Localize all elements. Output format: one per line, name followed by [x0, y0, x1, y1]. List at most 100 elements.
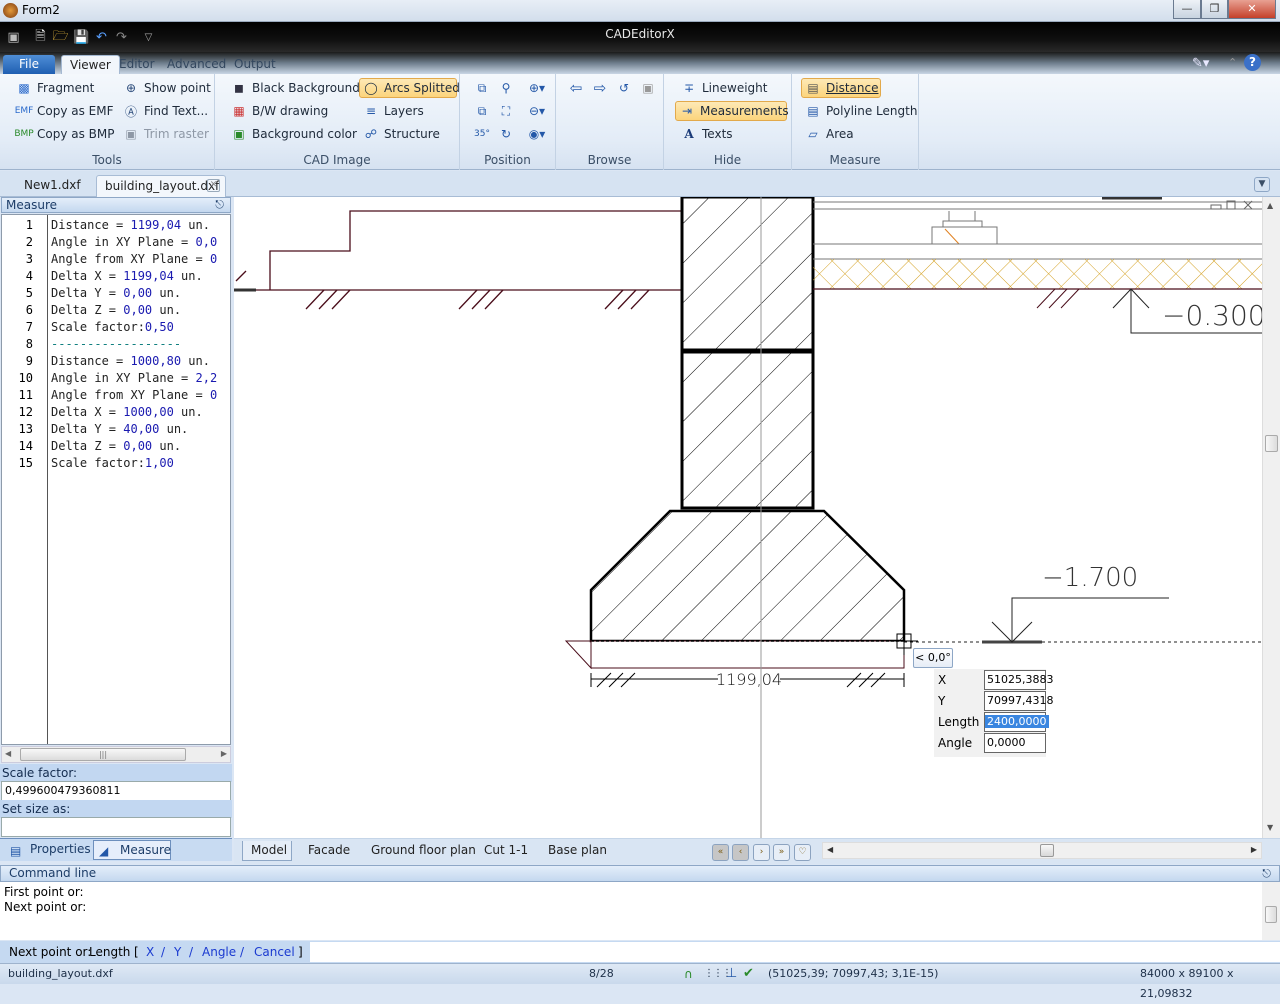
- horizontal-scrollbar[interactable]: ◀ ||| ▶: [1, 746, 231, 763]
- distance-button[interactable]: ▤ Distance: [801, 78, 881, 98]
- close-button[interactable]: ✕: [1228, 0, 1276, 19]
- drawing-canvas[interactable]: −0.300 −1.700 1199,04: [234, 197, 1262, 838]
- hscroll-thumb[interactable]: [1040, 844, 1054, 857]
- ortho-icon[interactable]: ⊥: [726, 964, 737, 984]
- show-point-button[interactable]: ⊕ Show point: [120, 78, 214, 98]
- collapse-ribbon-icon[interactable]: ⌃: [1228, 56, 1237, 69]
- first-layout-button[interactable]: «: [712, 844, 729, 861]
- doc-tab-building-layout[interactable]: building_layout.dxf ✕: [96, 175, 226, 197]
- background-color-icon: ▣: [233, 127, 245, 141]
- length-option[interactable]: Length: [89, 941, 130, 963]
- angle-field[interactable]: 0,0000: [984, 732, 1046, 753]
- layout-tab-facade[interactable]: Facade: [308, 841, 350, 861]
- minimize-button[interactable]: —: [1173, 0, 1201, 19]
- bw-drawing-button[interactable]: ▦ B/W drawing: [228, 101, 331, 121]
- group-measure: ▤ Distance ▤ Polyline Length ▱ Area Measure: [792, 74, 919, 170]
- maximize-button[interactable]: ❐: [1201, 0, 1228, 19]
- zoom-previous-icon[interactable]: ↻: [498, 126, 514, 142]
- text-icon: A: [684, 127, 694, 141]
- fit-page-icon[interactable]: ⧉: [474, 80, 490, 96]
- cad-drawing[interactable]: −0.300 −1.700 1199,04: [234, 197, 1262, 838]
- zoom-out-icon[interactable]: ⊖▾: [524, 103, 550, 119]
- last-layout-button[interactable]: »: [773, 844, 790, 861]
- line-number: 12: [18, 405, 33, 419]
- doc-tab-new1[interactable]: New1.dxf: [16, 175, 89, 197]
- scroll-up-icon[interactable]: ▲: [1267, 201, 1273, 210]
- layout-tab-base-plan[interactable]: Base plan: [548, 841, 607, 861]
- set-size-field[interactable]: [1, 817, 231, 837]
- tab-advanced[interactable]: Advanced: [159, 55, 234, 74]
- option-angle[interactable]: Angle: [202, 941, 236, 963]
- trim-raster-button[interactable]: ▣ Trim raster: [120, 124, 212, 144]
- refresh-icon[interactable]: ↺: [616, 80, 632, 96]
- copy-emf-button[interactable]: EMF Copy as EMF: [13, 101, 117, 121]
- scroll-thumb[interactable]: |||: [20, 748, 186, 761]
- tabs-dropdown-icon[interactable]: ▼: [1254, 177, 1270, 192]
- fit-extents-icon[interactable]: ⛶: [498, 103, 514, 119]
- scroll-down-icon[interactable]: ▼: [1267, 823, 1273, 832]
- measure-tab[interactable]: ◢ Measure: [93, 840, 171, 860]
- scroll-right-icon[interactable]: ▶: [1251, 845, 1257, 854]
- pin-icon[interactable]: ⎋: [215, 198, 224, 212]
- zoom-in-icon[interactable]: ⊕▾: [524, 80, 550, 96]
- measure-line: Distance = 1199,04 un.: [51, 218, 210, 232]
- layout-tab-ground-floor-plan[interactable]: Ground floor plan: [371, 841, 476, 861]
- texts-button[interactable]: A Texts: [678, 124, 736, 144]
- black-background-button[interactable]: ◼ Black Background: [228, 78, 363, 98]
- style-icon[interactable]: ✎▾: [1192, 56, 1209, 71]
- scale-factor-field[interactable]: 0,499600479360811: [1, 781, 231, 801]
- scroll-left-icon[interactable]: ◀: [827, 845, 833, 854]
- rotate-icon[interactable]: 35°: [474, 126, 490, 142]
- length-field[interactable]: 2400,0000: [984, 711, 1049, 732]
- copy-bmp-button[interactable]: BMP Copy as BMP: [13, 124, 118, 144]
- layout-tab-cut-1-1[interactable]: Cut 1-1: [484, 841, 528, 861]
- layout-icon[interactable]: ▣: [640, 80, 656, 96]
- close-tab-icon[interactable]: ✕: [207, 179, 220, 192]
- fragment-button[interactable]: ▩ Fragment: [13, 78, 97, 98]
- option-x[interactable]: X: [146, 941, 154, 963]
- option-cancel[interactable]: Cancel: [254, 941, 295, 963]
- tab-editor[interactable]: Editor: [111, 55, 163, 74]
- help-icon[interactable]: ?: [1244, 54, 1261, 71]
- next-layout-button[interactable]: ›: [753, 844, 770, 861]
- check-snap-icon[interactable]: ✔: [743, 964, 754, 984]
- canvas-hscrollbar[interactable]: ◀ ▶: [822, 842, 1262, 859]
- scroll-right-icon[interactable]: ▶: [221, 749, 227, 758]
- back-arrow-icon[interactable]: ⇦: [568, 79, 584, 97]
- layers-button[interactable]: ≡ Layers: [360, 101, 427, 121]
- copy-view-icon[interactable]: ⧉: [474, 103, 490, 119]
- structure-button[interactable]: ☍ Structure: [360, 124, 443, 144]
- properties-tab[interactable]: ▤ Properties: [4, 840, 92, 860]
- fragment-icon: ▩: [18, 81, 30, 95]
- find-text-button[interactable]: Ⓐ Find Text...: [120, 101, 211, 121]
- polyline-length-button[interactable]: ▤ Polyline Length: [802, 101, 920, 121]
- prev-layout-button[interactable]: ‹: [732, 844, 749, 861]
- lineweight-button[interactable]: ∓ Lineweight: [678, 78, 770, 98]
- scroll-thumb[interactable]: [1265, 906, 1277, 923]
- measure-output[interactable]: 1 2 3 4 5 6 7 8 9 10 11 12 13 14 15 Distance = 1199,04…: [1, 214, 231, 745]
- background-color-button[interactable]: ▣ Background color: [228, 124, 360, 144]
- measurements-button[interactable]: ⇥ Measurements: [675, 101, 789, 121]
- tab-file[interactable]: File: [3, 55, 55, 74]
- zoom-select-icon[interactable]: ◉▾: [524, 126, 550, 142]
- scroll-left-icon[interactable]: ◀: [5, 749, 11, 758]
- forward-arrow-icon[interactable]: ⇨: [592, 79, 608, 97]
- polyline-icon: ▤: [807, 104, 819, 118]
- status-bar: building_layout.dxf 8/28 ∩ ⋮⋮⋮ ⊥ ✔ (5102…: [0, 963, 1280, 1000]
- layout-tab-model[interactable]: Model: [242, 841, 292, 861]
- option-y[interactable]: Y: [174, 941, 181, 963]
- ribbon: ▩ Fragment EMF Copy as EMF BMP Copy as BMP …: [0, 74, 1280, 170]
- area-button[interactable]: ▱ Area: [802, 124, 857, 144]
- tab-output[interactable]: Output: [226, 55, 284, 74]
- vscroll-thumb[interactable]: [1265, 435, 1278, 452]
- command-input[interactable]: [310, 942, 1280, 962]
- command-scrollbar[interactable]: [1262, 882, 1280, 940]
- x-field[interactable]: 51025,3883: [984, 669, 1053, 690]
- pin-icon[interactable]: ⎋: [1262, 866, 1271, 881]
- layout-list-button[interactable]: ♡: [794, 844, 811, 861]
- arcs-splitted-button[interactable]: ◯ Arcs Splitted: [359, 78, 460, 98]
- zoom-rect-icon[interactable]: ⚲: [498, 80, 514, 96]
- y-field[interactable]: 70997,4318: [984, 690, 1053, 711]
- magnet-snap-icon[interactable]: ∩: [684, 964, 693, 984]
- vertical-scrollbar[interactable]: ▲ ▼: [1262, 197, 1280, 838]
